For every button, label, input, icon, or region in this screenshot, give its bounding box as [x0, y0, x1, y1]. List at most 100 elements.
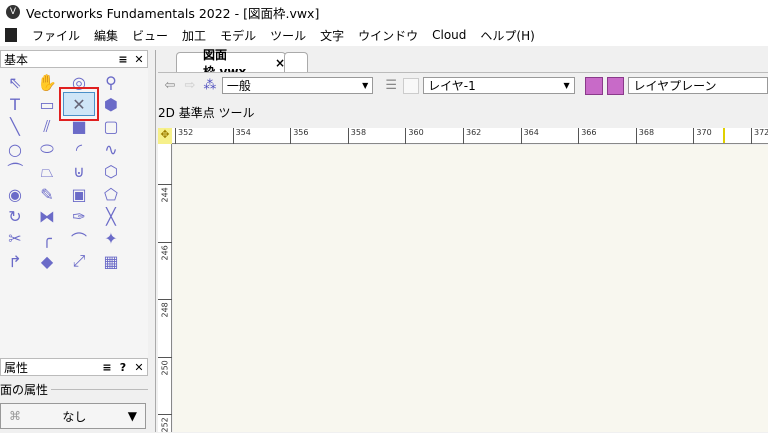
3d-locus-icon[interactable]: ⬢	[100, 94, 122, 114]
pan-icon[interactable]: ✋	[36, 72, 58, 92]
connect-icon[interactable]: ⤢	[68, 251, 90, 271]
double-line-icon[interactable]: ⫽	[36, 117, 58, 137]
attributes-palette-title: 属性	[4, 360, 29, 375]
menu-item[interactable]: ヘルプ(H)	[473, 27, 541, 44]
plane-select[interactable]: レイヤプレーン	[628, 77, 768, 94]
layer-plane-icon[interactable]	[584, 76, 603, 95]
ruler-label-text: 252	[160, 417, 170, 433]
mirror-icon[interactable]: ⧓	[36, 206, 58, 226]
arc-icon[interactable]: ◜	[68, 139, 90, 159]
menu-item[interactable]: 編集	[87, 27, 125, 44]
ruler-label: 370	[693, 128, 712, 144]
menu-icon[interactable]: ≡	[99, 361, 115, 374]
chevron-down-icon: ▼	[127, 409, 137, 423]
class-icon[interactable]: ⁂	[202, 78, 218, 94]
clip-icon[interactable]: ✂	[4, 229, 26, 249]
regular-polygon-icon[interactable]: ⬡	[100, 162, 122, 182]
chamfer-icon[interactable]: ⌒	[68, 229, 90, 250]
tab-new[interactable]	[284, 52, 308, 72]
trim-icon[interactable]: ╳	[100, 206, 122, 226]
selection-icon[interactable]: ⇖	[4, 72, 26, 92]
ruler-label: 360	[405, 128, 424, 144]
menu-item[interactable]: 加工	[175, 27, 213, 44]
close-icon[interactable]: ✕	[131, 361, 147, 374]
menu-item[interactable]: 文字	[313, 27, 351, 44]
menu-item[interactable]: Cloud	[425, 28, 473, 42]
ruler-origin-icon[interactable]: ✥	[158, 128, 172, 144]
view-bar: ⇦ ⇨ ⁂ 一般 ▼ ☰ レイヤ-1 ▼ レイヤプレーン	[158, 72, 768, 98]
rounded-rectangle-icon[interactable]: ▢	[100, 117, 122, 137]
class-select[interactable]: 一般 ▼	[221, 77, 374, 94]
ruler-label-text: 244	[160, 187, 170, 203]
fill-section-header: 面の属性	[0, 381, 148, 398]
split-icon[interactable]: ✑	[68, 206, 90, 226]
eyedropper-icon[interactable]: ✎	[36, 184, 58, 204]
ruler-label: 366	[578, 128, 596, 144]
tool-palette-title: 基本	[4, 52, 29, 67]
freehand-icon[interactable]: ∿	[100, 139, 122, 159]
eraser-icon[interactable]: ◆	[36, 251, 58, 271]
vectorworks-logo-icon: V	[6, 5, 20, 19]
layer-options-icon[interactable]	[403, 77, 420, 94]
back-arrow-icon[interactable]: ⇦	[162, 78, 178, 94]
ruler-label: 244	[158, 184, 172, 203]
tab-document[interactable]: 図面枠.vwx ×	[176, 48, 286, 79]
plane-value: レイヤプレーン	[633, 79, 717, 93]
menu-item[interactable]: ファイル	[25, 27, 87, 44]
oval-icon[interactable]: ⬭	[36, 139, 58, 159]
menu-bar: ファイル 編集 ビュー 加工 モデル ツール 文字 ウインドウ Cloud ヘルプ(H)	[0, 24, 768, 46]
fill-value: なし	[62, 409, 87, 424]
tool-palette-header[interactable]: 基本 ≡ ✕	[0, 50, 148, 68]
ruler-label-text: 248	[160, 302, 170, 318]
selected-tool-highlight	[59, 87, 99, 121]
forward-arrow-icon[interactable]: ⇨	[182, 78, 198, 94]
fill-none-icon: ⌘	[9, 409, 21, 423]
menu-item[interactable]: モデル	[213, 27, 263, 44]
ruler-label: 356	[290, 128, 308, 144]
ruler-label: 364	[520, 128, 539, 144]
menu-item[interactable]: ウインドウ	[351, 27, 425, 44]
spiral-icon[interactable]: ◉	[4, 184, 26, 204]
class-value: 一般	[226, 79, 251, 93]
drawing-canvas[interactable]	[173, 145, 768, 432]
layer-value: レイヤ-1	[428, 79, 476, 93]
fill-style-dropdown[interactable]: ⌘ なし ▼	[0, 403, 146, 429]
line-icon[interactable]: ╲	[4, 117, 26, 137]
reshape-icon[interactable]: ▣	[68, 184, 90, 204]
tool-name-label: 2D 基準点 ツール	[158, 106, 255, 120]
ruler-label: 252	[158, 414, 172, 433]
horizontal-ruler[interactable]: 352 354 356 358 360 362 364 366 368 370 372	[172, 128, 768, 144]
vertex-icon[interactable]: ⬠	[100, 184, 122, 204]
attributes-palette-header[interactable]: 属性 ≡? ✕	[0, 358, 148, 376]
close-icon[interactable]: ✕	[131, 53, 147, 66]
text-icon[interactable]: T	[4, 94, 26, 114]
circle-icon[interactable]: ○	[4, 139, 26, 159]
working-plane-icon[interactable]	[606, 76, 625, 95]
fill-section-label: 面の属性	[0, 383, 49, 397]
offset-icon[interactable]: ↱	[4, 251, 26, 271]
layers-icon[interactable]: ☰	[383, 78, 399, 94]
fillet-icon[interactable]: ╭	[36, 229, 58, 249]
vertical-ruler[interactable]: 244 246 248 250 252	[158, 144, 172, 433]
polygon-icon[interactable]: ⏢	[36, 162, 58, 182]
menu-item[interactable]: ツール	[263, 27, 313, 44]
attribute-mapping-icon[interactable]: ▦	[100, 251, 122, 271]
callout-icon[interactable]: ▭	[36, 94, 58, 114]
double-line-polygon-icon[interactable]: ⊍	[68, 162, 90, 182]
menu-icon[interactable]: ≡	[115, 53, 131, 66]
cursor-position-marker	[723, 128, 725, 143]
magic-wand-icon[interactable]: ✦	[100, 229, 122, 249]
ruler-label: 362	[463, 128, 481, 144]
ruler-label: 354	[232, 128, 251, 144]
menu-item[interactable]: ビュー	[125, 27, 175, 44]
layer-select[interactable]: レイヤ-1 ▼	[423, 77, 575, 94]
rotate-icon[interactable]: ↻	[4, 206, 26, 226]
ruler-label: 368	[635, 128, 654, 144]
ruler-label: 358	[347, 128, 366, 144]
app-menu-icon[interactable]	[5, 28, 17, 42]
title-bar: V Vectorworks Fundamentals 2022 - [図面枠.v…	[0, 0, 768, 24]
help-icon[interactable]: ?	[115, 361, 131, 374]
mode-bar: 2D 基準点 ツール	[158, 104, 255, 121]
zoom-icon[interactable]: ⚲	[100, 72, 122, 92]
polyline-icon[interactable]: ⏜	[4, 162, 26, 182]
